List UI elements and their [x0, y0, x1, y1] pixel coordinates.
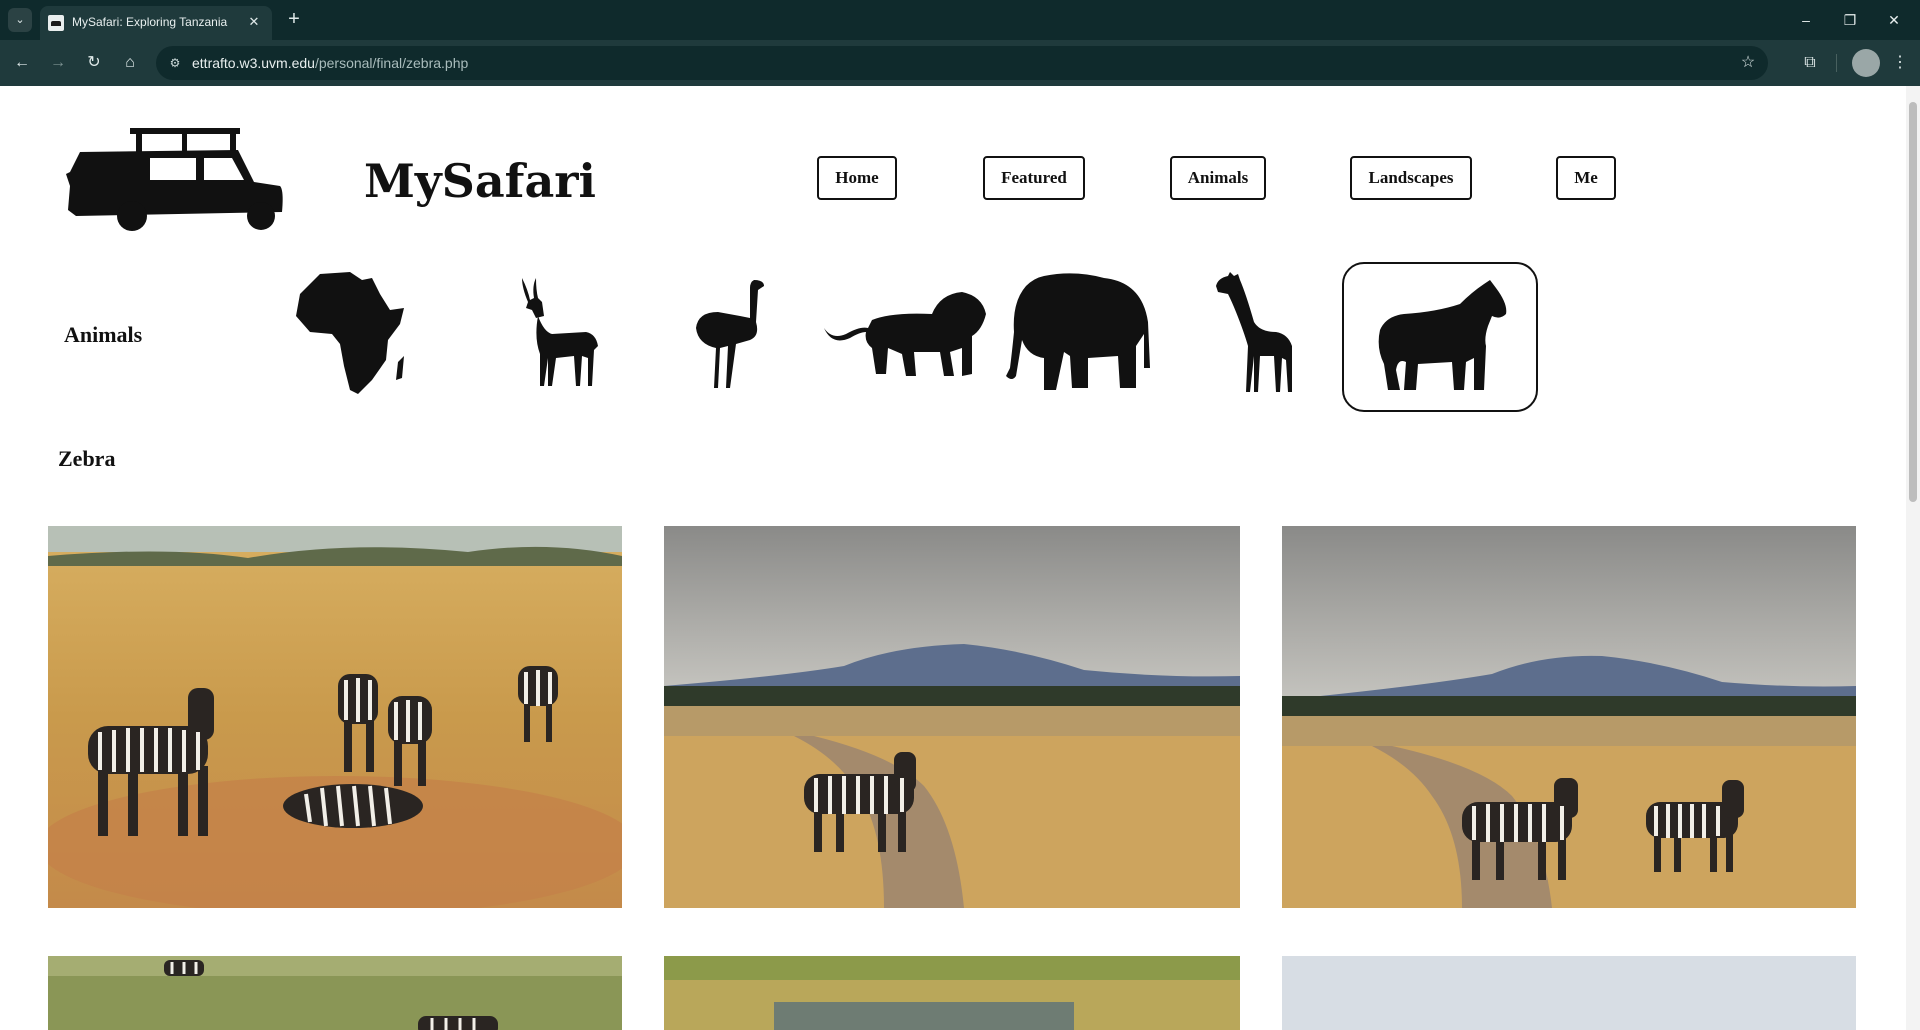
ostrich-icon[interactable]: [694, 278, 774, 390]
bookmark-star-icon[interactable]: ☆: [1738, 53, 1758, 73]
tab-favicon-icon: [48, 15, 64, 31]
window-close-icon[interactable]: ✕: [1880, 8, 1908, 32]
address-bar[interactable]: ⚙ ettrafto.w3.uvm.edu/personal/final/zeb…: [156, 46, 1768, 80]
nav-me-button[interactable]: Me: [1556, 156, 1616, 200]
nav-landscapes-button[interactable]: Landscapes: [1350, 156, 1472, 200]
toolbar-divider: [1836, 54, 1837, 72]
zebra-photo-3[interactable]: [1282, 526, 1856, 908]
minimize-icon[interactable]: –: [1792, 8, 1820, 32]
scrollbar-thumb[interactable]: [1909, 102, 1917, 502]
nav-featured-button[interactable]: Featured: [983, 156, 1085, 200]
africa-map-icon[interactable]: [292, 270, 412, 398]
zebra-photo-4[interactable]: [48, 956, 622, 1030]
nav-home-button[interactable]: Home: [817, 156, 897, 200]
profile-avatar[interactable]: [1852, 49, 1880, 77]
new-tab-icon[interactable]: +: [282, 8, 306, 32]
menu-icon[interactable]: ⋮: [1886, 49, 1914, 77]
zebra-icon[interactable]: [1374, 278, 1510, 396]
zebra-photo-6[interactable]: [1282, 956, 1856, 1030]
elephant-icon[interactable]: [1004, 272, 1152, 392]
restore-icon[interactable]: ❐: [1836, 8, 1864, 32]
nav-animals-button[interactable]: Animals: [1170, 156, 1266, 200]
reload-icon[interactable]: ↻: [80, 49, 108, 77]
giraffe-icon[interactable]: [1214, 272, 1294, 394]
home-icon[interactable]: ⌂: [116, 49, 144, 77]
zebra-photo-5[interactable]: [664, 956, 1240, 1030]
back-icon[interactable]: ←: [8, 49, 36, 77]
page-scrollbar[interactable]: [1906, 86, 1920, 1030]
browser-tab-bar: ⌄ MySafari: Exploring Tanzania ✕ + – ❐ ✕: [0, 0, 1920, 40]
browser-tab[interactable]: MySafari: Exploring Tanzania ✕: [40, 6, 272, 40]
zebra-photo-1[interactable]: [48, 526, 622, 908]
page-heading: Zebra: [58, 446, 116, 471]
browser-toolbar: ← → ↻ ⌂ ⚙ ettrafto.w3.uvm.edu/personal/f…: [0, 40, 1920, 86]
tab-search-icon[interactable]: ⌄: [8, 8, 32, 32]
safari-truck-logo[interactable]: [66, 128, 286, 234]
lion-icon[interactable]: [822, 290, 988, 380]
forward-icon[interactable]: →: [44, 49, 72, 77]
site-info-icon[interactable]: ⚙: [166, 54, 184, 72]
tab-close-icon[interactable]: ✕: [244, 12, 264, 32]
site-title[interactable]: MySafari: [364, 154, 596, 208]
animals-section-label: Animals: [64, 322, 143, 347]
page-viewport: MySafari Home Featured Animals Landscape…: [0, 86, 1906, 1030]
tab-title: MySafari: Exploring Tanzania: [72, 15, 228, 29]
extensions-icon[interactable]: ⧉: [1796, 49, 1824, 77]
zebra-photo-2[interactable]: [664, 526, 1240, 908]
url-text: ettrafto.w3.uvm.edu/personal/final/zebra…: [192, 55, 469, 71]
gazelle-icon[interactable]: [508, 276, 600, 390]
